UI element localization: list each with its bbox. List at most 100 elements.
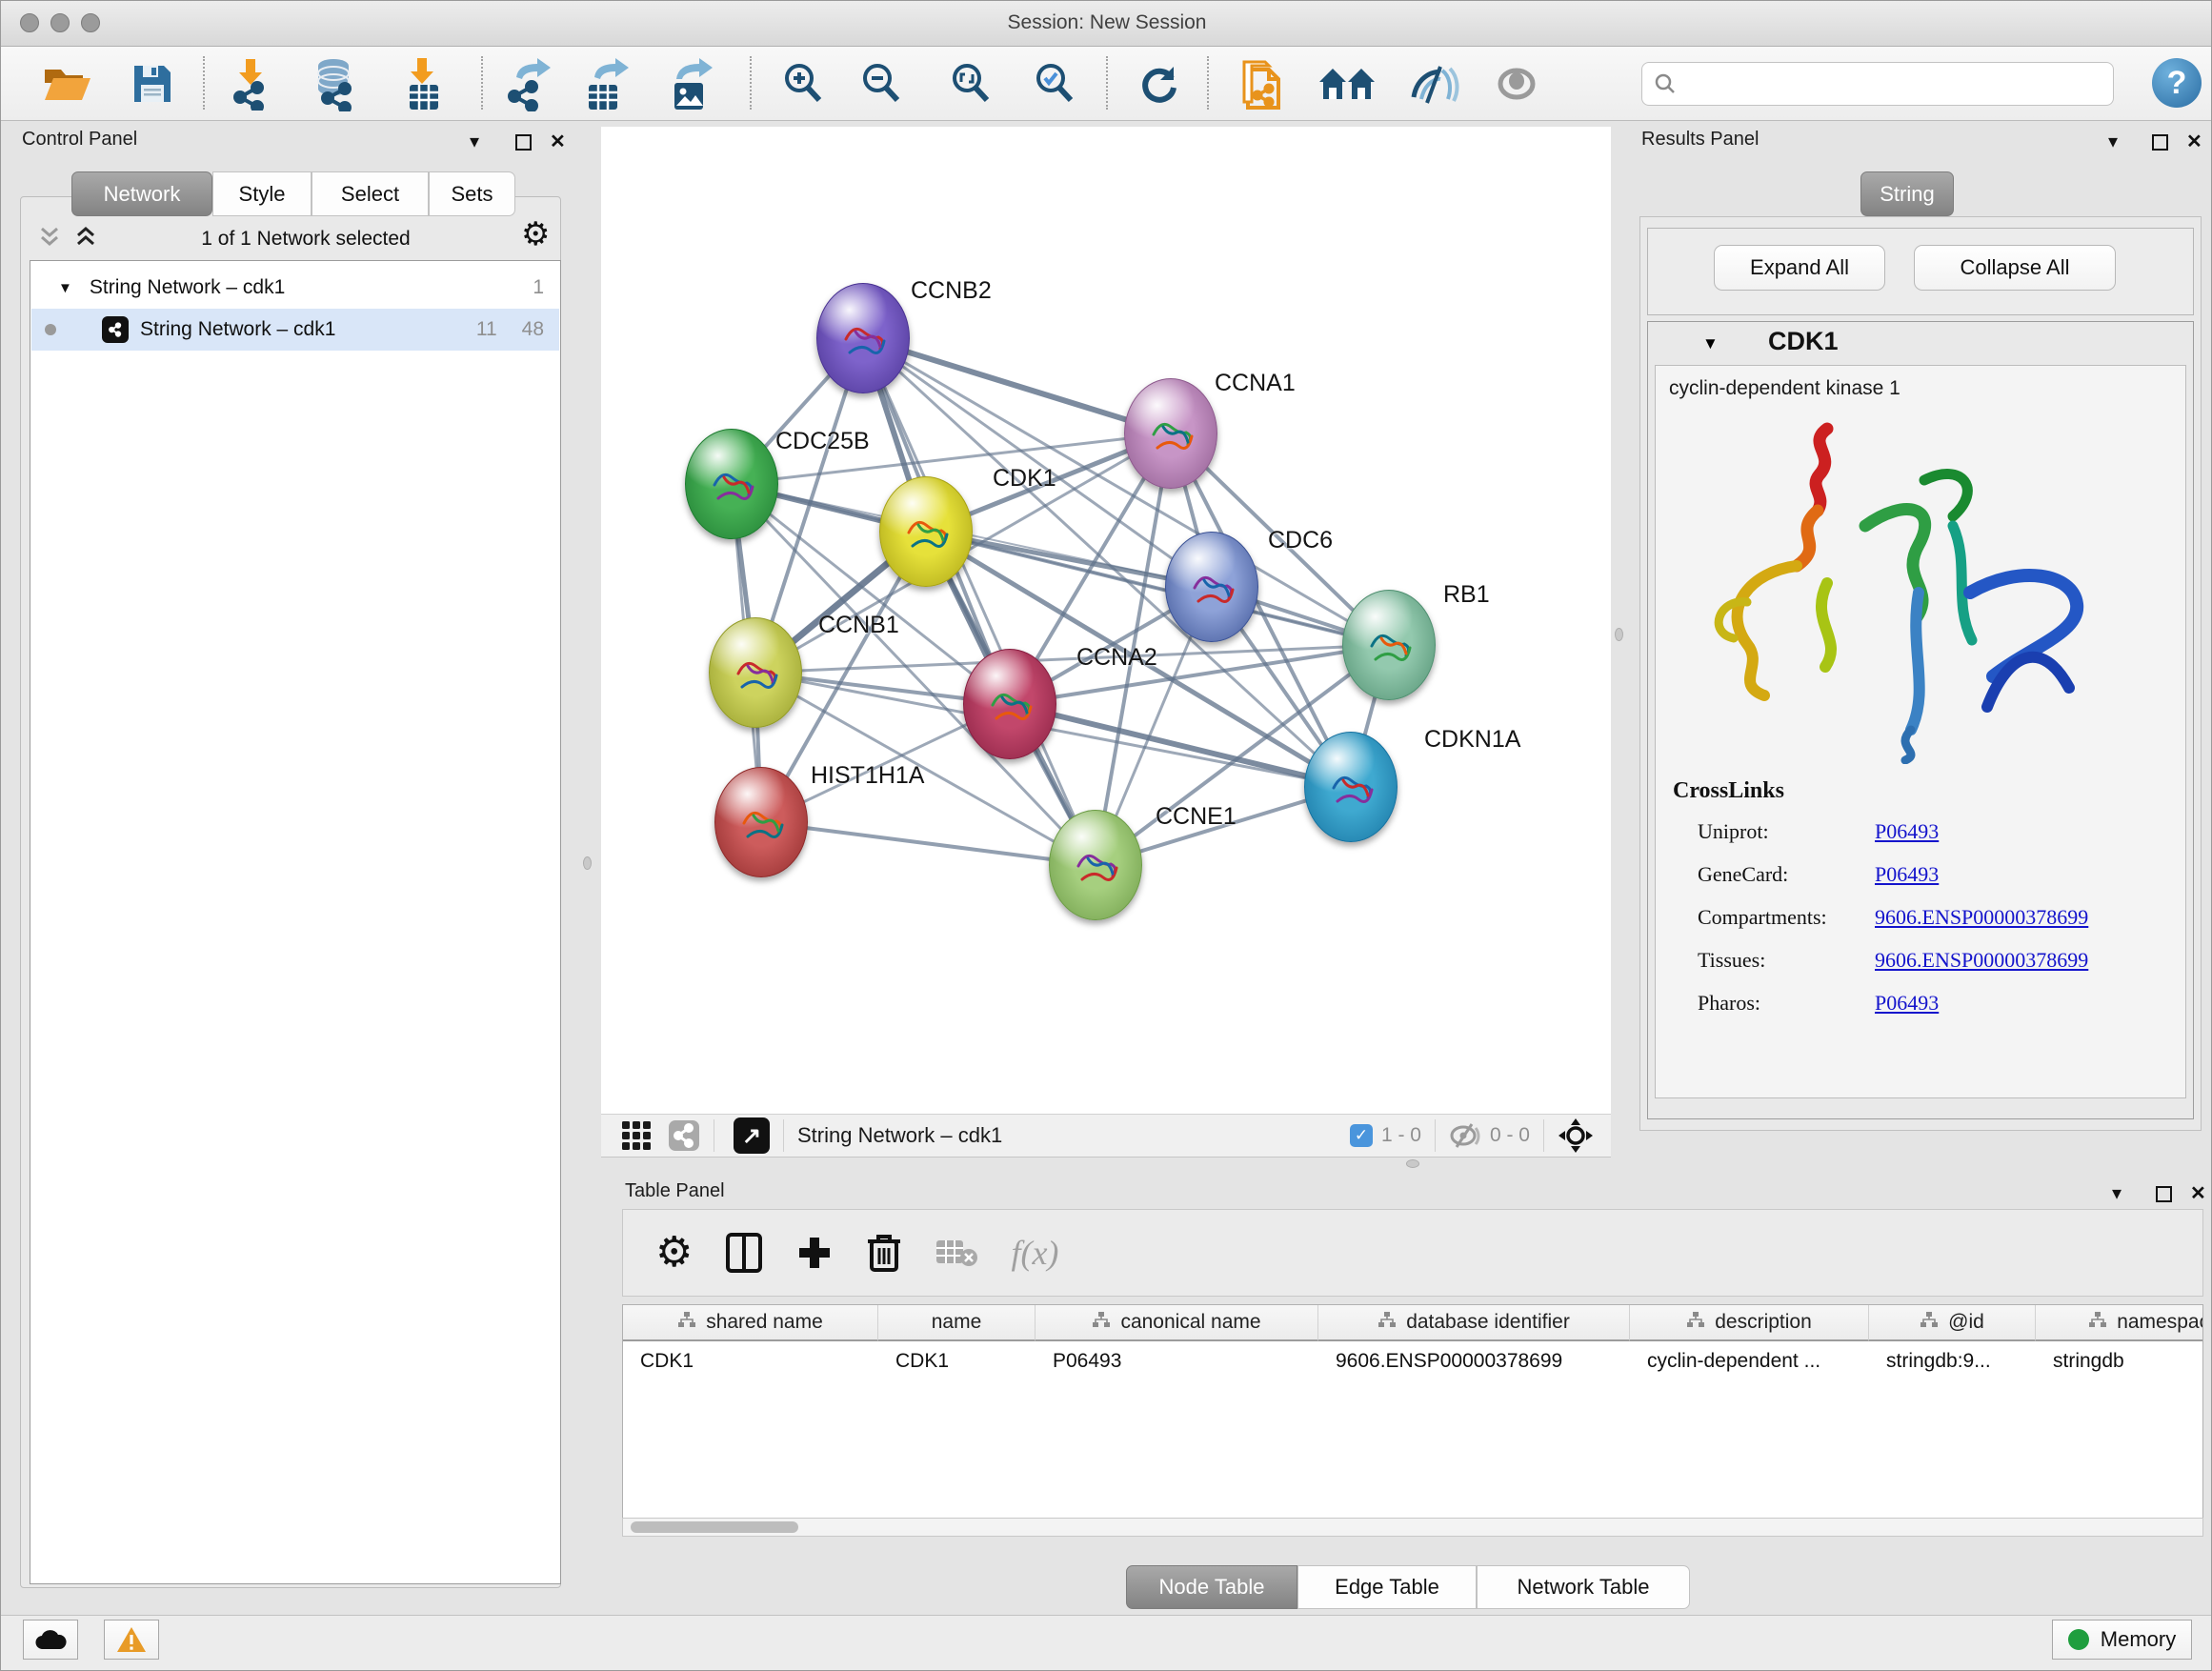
column-header[interactable]: shared name xyxy=(623,1305,878,1341)
column-header[interactable]: name xyxy=(878,1305,1036,1341)
create-column-plus-icon[interactable] xyxy=(795,1234,834,1272)
results-panel-close-icon[interactable]: ✕ xyxy=(2186,132,2202,151)
open-session-button[interactable] xyxy=(37,54,96,113)
network-options-gear-icon[interactable]: ⚙ xyxy=(521,218,550,251)
zoom-in-button[interactable] xyxy=(774,54,834,113)
table-cell[interactable]: CDK1 xyxy=(878,1343,1036,1379)
tab-sets[interactable]: Sets xyxy=(429,171,515,216)
show-graphics-details-button[interactable] xyxy=(1487,54,1546,113)
function-builder-icon[interactable]: f(x) xyxy=(1011,1233,1058,1273)
crosslink-value-link[interactable]: P06493 xyxy=(1875,819,1939,844)
zoom-selected-button[interactable] xyxy=(1026,54,1085,113)
left-splitter-handle[interactable] xyxy=(583,856,592,870)
control-panel-menu-icon[interactable]: ▾ xyxy=(470,132,479,151)
search-input[interactable] xyxy=(1684,72,2101,96)
string-protein-query-button[interactable] xyxy=(1236,54,1295,113)
gene-section-expand-icon[interactable]: ▼ xyxy=(1702,334,1719,353)
zoom-out-button[interactable] xyxy=(853,54,912,113)
detach-view-icon[interactable]: ↗ xyxy=(734,1117,770,1154)
protein-node-cdkn1a[interactable] xyxy=(1304,732,1398,842)
tab-style[interactable]: Style xyxy=(212,171,312,216)
column-header[interactable]: namespace xyxy=(2036,1305,2203,1341)
protein-node-cdc6[interactable] xyxy=(1165,532,1258,642)
protein-node-hist1h1a[interactable] xyxy=(714,767,808,877)
table-panel-float-icon[interactable] xyxy=(2156,1186,2172,1202)
string-panel-toggle-icon[interactable] xyxy=(668,1119,700,1152)
protein-node-ccna2[interactable] xyxy=(963,649,1056,759)
column-header[interactable]: canonical name xyxy=(1036,1305,1318,1341)
column-header[interactable]: description xyxy=(1630,1305,1869,1341)
network-canvas[interactable]: CCNB2CCNA1CDC25BCDK1CDC6RB1CCNB1CCNA2CDK… xyxy=(601,127,1611,1114)
crosslink-value-link[interactable]: P06493 xyxy=(1875,862,1939,887)
crosslink-value-link[interactable]: 9606.ENSP00000378699 xyxy=(1875,948,2088,973)
help-button[interactable]: ? xyxy=(2152,58,2202,108)
birds-eye-grid-icon[interactable] xyxy=(620,1119,653,1152)
protein-node-cdk1[interactable] xyxy=(879,476,973,587)
protein-node-ccnb2[interactable] xyxy=(816,283,910,393)
table-horizontal-scrollbar[interactable] xyxy=(622,1518,2203,1537)
protein-node-ccna1[interactable] xyxy=(1124,378,1217,489)
table-panel-menu-icon[interactable]: ▾ xyxy=(2112,1184,2122,1203)
table-cell[interactable]: stringdb xyxy=(2036,1343,2203,1379)
gene-name-header[interactable]: CDK1 xyxy=(1768,327,1839,356)
show-columns-icon[interactable] xyxy=(725,1232,763,1274)
apply-layout-button[interactable] xyxy=(1129,54,1188,113)
scrollbar-thumb[interactable] xyxy=(631,1521,798,1533)
check-icon: ✓ xyxy=(1355,1126,1368,1145)
table-cell[interactable]: 9606.ENSP00000378699 xyxy=(1318,1343,1630,1379)
warnings-button[interactable] xyxy=(104,1620,159,1660)
column-header[interactable]: database identifier xyxy=(1318,1305,1630,1341)
tab-network-table[interactable]: Network Table xyxy=(1477,1565,1690,1609)
column-header[interactable]: @id xyxy=(1869,1305,2036,1341)
table-cell[interactable]: cyclin-dependent ... xyxy=(1630,1343,1869,1379)
main-toolbar: ? xyxy=(1,47,2212,121)
collapse-all-networks-button[interactable] xyxy=(35,226,64,255)
network-collection-row[interactable]: ▼ String Network – cdk1 1 xyxy=(31,267,559,309)
table-cell[interactable]: P06493 xyxy=(1036,1343,1318,1379)
protein-node-ccnb1[interactable] xyxy=(709,617,802,728)
delete-table-icon[interactable] xyxy=(935,1237,978,1269)
import-table-button[interactable] xyxy=(393,54,452,113)
bottom-splitter-handle[interactable] xyxy=(1406,1159,1419,1168)
edge-count: 48 xyxy=(522,318,544,341)
save-session-button[interactable] xyxy=(123,54,182,113)
expand-all-button[interactable]: Expand All xyxy=(1714,245,1885,291)
string-home-button[interactable] xyxy=(1317,54,1377,113)
import-network-from-database-button[interactable] xyxy=(304,54,363,113)
results-panel-menu-icon[interactable]: ▾ xyxy=(2108,132,2118,151)
cloud-status-button[interactable] xyxy=(23,1620,78,1660)
collapse-all-button[interactable]: Collapse All xyxy=(1914,245,2116,291)
tab-select[interactable]: Select xyxy=(312,171,429,216)
expand-all-networks-button[interactable] xyxy=(71,226,100,255)
protein-node-cdc25b[interactable] xyxy=(685,429,778,539)
fit-content-crosshair-icon[interactable] xyxy=(1558,1117,1594,1154)
crosslink-value-link[interactable]: P06493 xyxy=(1875,991,1939,1016)
zoom-fit-button[interactable] xyxy=(942,54,1001,113)
results-panel-float-icon[interactable] xyxy=(2152,134,2168,151)
export-network-button[interactable] xyxy=(498,54,557,113)
table-cell[interactable]: stringdb:9... xyxy=(1869,1343,2036,1379)
memory-button[interactable]: Memory xyxy=(2052,1620,2192,1660)
tab-edge-table[interactable]: Edge Table xyxy=(1297,1565,1477,1609)
delete-column-trash-icon[interactable] xyxy=(866,1232,902,1274)
tree-expand-icon[interactable]: ▼ xyxy=(58,280,72,296)
control-panel-close-icon[interactable]: ✕ xyxy=(550,132,566,151)
protein-node-ccne1[interactable] xyxy=(1049,810,1142,920)
enhanced-graphics-toggle-button[interactable] xyxy=(1405,54,1464,113)
selected-checkbox-icon[interactable]: ✓ xyxy=(1350,1124,1373,1147)
hidden-eye-slash-icon[interactable] xyxy=(1449,1122,1481,1149)
crosslink-value-link[interactable]: 9606.ENSP00000378699 xyxy=(1875,905,2088,930)
table-options-gear-icon[interactable]: ⚙ xyxy=(655,1232,693,1274)
table-panel-close-icon[interactable]: ✕ xyxy=(2190,1184,2206,1203)
protein-node-rb1[interactable] xyxy=(1342,590,1436,700)
import-network-button[interactable] xyxy=(220,54,279,113)
table-cell[interactable]: CDK1 xyxy=(623,1343,878,1379)
right-splitter-handle[interactable] xyxy=(1615,628,1623,641)
network-row-selected[interactable]: String Network – cdk1 11 48 xyxy=(31,309,559,351)
tab-node-table[interactable]: Node Table xyxy=(1126,1565,1297,1609)
control-panel-float-icon[interactable] xyxy=(515,134,532,151)
tab-string[interactable]: String xyxy=(1860,171,1954,216)
tab-network[interactable]: Network xyxy=(71,171,212,216)
export-image-button[interactable] xyxy=(660,54,719,113)
export-table-button[interactable] xyxy=(576,54,635,113)
